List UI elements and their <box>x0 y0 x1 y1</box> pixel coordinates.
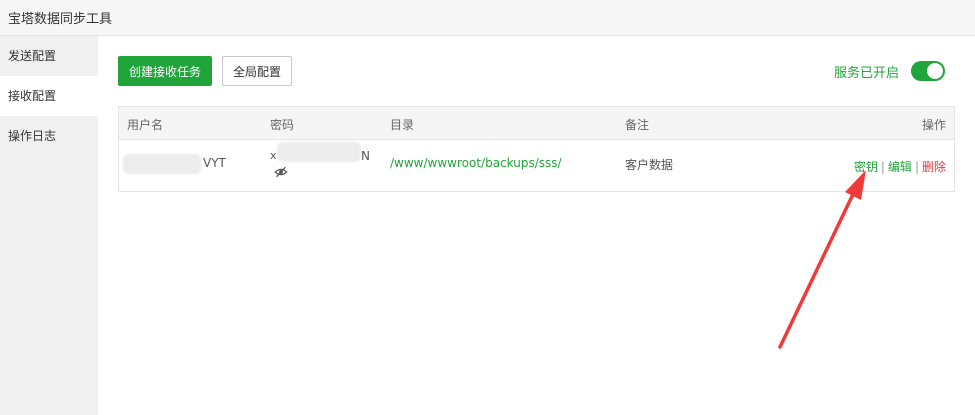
redacted-password <box>277 142 361 162</box>
column-note: 备注 <box>625 118 650 132</box>
column-username: 用户名 <box>127 118 164 132</box>
sidebar: 发送配置 接收配置 操作日志 <box>0 36 98 415</box>
note-text: 客户数据 <box>625 158 674 172</box>
global-config-button[interactable]: 全局配置 <box>222 56 292 86</box>
eye-off-icon[interactable] <box>274 165 288 179</box>
password-suffix: N <box>361 149 370 163</box>
sidebar-item-label: 接收配置 <box>8 89 57 103</box>
action-separator: | <box>914 160 919 174</box>
key-link[interactable]: 密钥 <box>854 160 878 174</box>
directory-path: /www/wwwroot/backups/sss/ <box>390 156 562 170</box>
column-actions: 操作 <box>921 118 946 132</box>
service-toggle[interactable] <box>911 61 945 81</box>
main-panel: 创建接收任务 全局配置 服务已开启 用户名 密码 目录 备注 操作 VYT x … <box>98 36 975 415</box>
sidebar-item-send-config[interactable]: 发送配置 <box>0 36 98 76</box>
column-directory: 目录 <box>390 118 415 132</box>
edit-link[interactable]: 编辑 <box>888 160 912 174</box>
app-title: 宝塔数据同步工具 <box>8 12 113 27</box>
table-row: VYT x N /www/wwwroot/backups/sss/ 客户数据 密… <box>119 140 954 191</box>
toggle-knob <box>927 63 943 79</box>
username-suffix: VYT <box>203 156 226 170</box>
title-bar: 宝塔数据同步工具 <box>0 0 975 36</box>
table-header: 用户名 密码 目录 备注 操作 <box>119 107 954 140</box>
action-separator: | <box>880 160 885 174</box>
sidebar-item-operation-log[interactable]: 操作日志 <box>0 116 98 156</box>
redacted-username <box>123 154 201 174</box>
receive-task-table: 用户名 密码 目录 备注 操作 VYT x N /www/wwwroot/bac… <box>118 106 955 192</box>
sidebar-item-label: 操作日志 <box>8 129 57 143</box>
service-status: 服务已开启 <box>834 60 945 82</box>
column-password: 密码 <box>270 118 295 132</box>
sidebar-item-label: 发送配置 <box>8 49 57 63</box>
delete-link[interactable]: 删除 <box>922 160 946 174</box>
row-actions: 密钥 | 编辑 | 删除 <box>854 158 946 175</box>
password-prefix: x <box>270 149 277 162</box>
create-receive-task-button[interactable]: 创建接收任务 <box>118 56 212 86</box>
service-status-label: 服务已开启 <box>833 65 899 81</box>
sidebar-item-receive-config[interactable]: 接收配置 <box>0 76 98 116</box>
